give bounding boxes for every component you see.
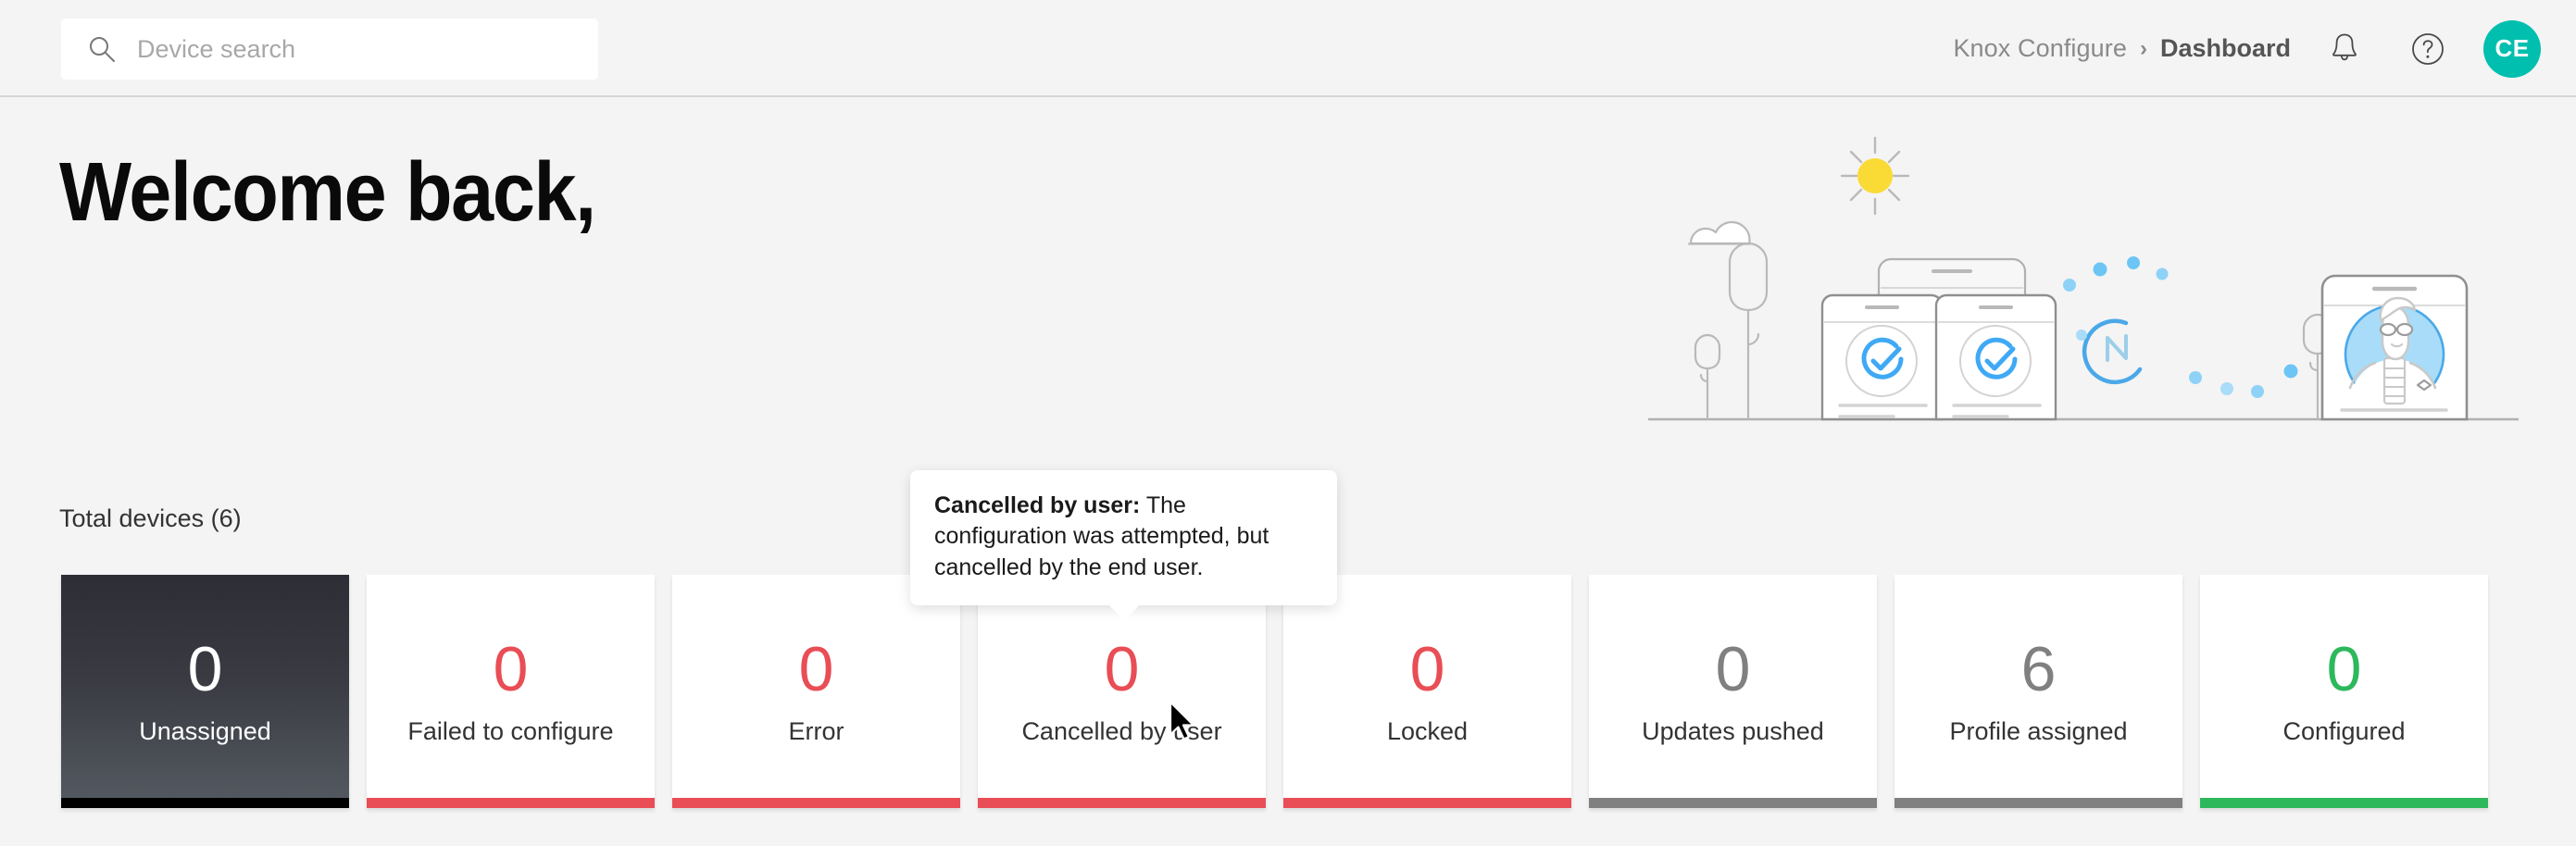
status-card-value: 6 (2020, 633, 2057, 704)
status-card-bar (978, 798, 1266, 808)
status-card-label: Profile assigned (1949, 716, 2128, 745)
status-card-bar (367, 798, 655, 808)
status-card-value: 0 (187, 633, 223, 704)
breadcrumb-root[interactable]: Knox Configure (1953, 34, 2127, 63)
page-title: Welcome back, (59, 146, 596, 239)
status-card-bar (2200, 798, 2488, 808)
topbar-right-group: Knox Configure › Dashboard CE (1953, 0, 2541, 97)
status-card-bar (1283, 798, 1571, 808)
status-card-value: 0 (493, 633, 529, 704)
status-card-updates-pushed[interactable]: 0 Updates pushed (1589, 575, 1877, 808)
cancelled-by-user-tooltip: Cancelled by user: The configuration was… (910, 470, 1337, 621)
status-card-label: Unassigned (139, 716, 271, 745)
status-card-bar (61, 798, 349, 808)
status-card-locked[interactable]: 0 Locked (1283, 575, 1571, 808)
status-card-label: Configured (2282, 716, 2406, 745)
status-card-label: Failed to configure (407, 716, 614, 745)
status-card-value: 0 (2326, 633, 2362, 704)
breadcrumb-current: Dashboard (2159, 34, 2291, 62)
status-card-value: 0 (1104, 633, 1140, 704)
status-card-configured[interactable]: 0 Configured (2200, 575, 2488, 808)
device-search-box[interactable] (61, 19, 598, 80)
tooltip-arrow-icon (1107, 603, 1140, 621)
search-input[interactable] (137, 19, 598, 80)
status-card-label: Locked (1386, 716, 1469, 745)
help-question-icon[interactable] (2398, 19, 2457, 79)
status-card-unassigned[interactable]: 0 Unassigned (61, 575, 349, 808)
status-card-profile-assigned[interactable]: 6 Profile assigned (1894, 575, 2182, 808)
device-status-card-row: 0 Unassigned 0 Failed to configure 0 Err… (61, 575, 2515, 808)
status-card-value: 0 (1409, 633, 1445, 704)
status-card-value: 0 (1715, 633, 1751, 704)
status-card-bar (1894, 798, 2182, 808)
top-bar: Knox Configure › Dashboard CE (0, 0, 2576, 97)
hero-illustration (1648, 130, 2519, 467)
status-card-label: Updates pushed (1642, 716, 1824, 745)
status-card-bar (1589, 798, 1877, 808)
tooltip-title: Cancelled by user: (934, 492, 1141, 518)
user-avatar[interactable]: CE (2483, 19, 2541, 78)
status-card-bar (672, 798, 960, 808)
status-card-label: Error (788, 716, 844, 745)
status-card-error[interactable]: 0 Error (672, 575, 960, 808)
status-card-value: 0 (798, 633, 834, 704)
notification-bell-icon[interactable] (2315, 19, 2374, 79)
status-card-label: Cancelled by user (1021, 716, 1222, 745)
total-devices-label: Total devices (6) (59, 504, 242, 532)
search-icon (87, 34, 117, 64)
breadcrumb-separator-icon: › (2139, 35, 2147, 61)
status-card-failed-to-configure[interactable]: 0 Failed to configure (367, 575, 655, 808)
